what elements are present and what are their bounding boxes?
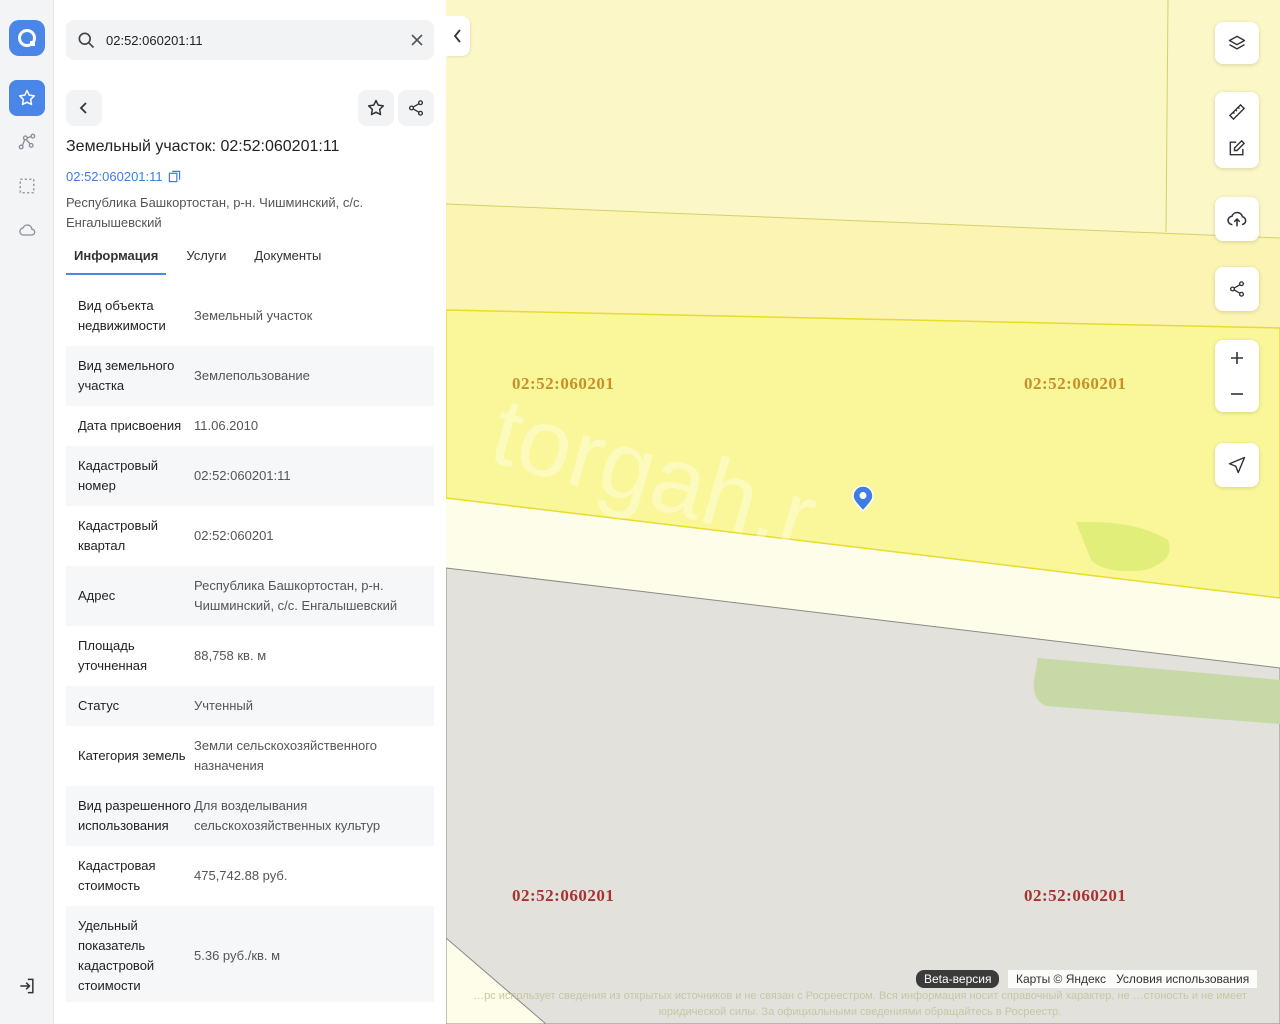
quarter-label-text: 02:52:060201	[512, 886, 615, 905]
chevron-left-icon	[453, 29, 461, 43]
row-value: 5.36 руб./кв. м	[194, 948, 281, 963]
table-row: Площадь уточненная 88,758 кв. м	[66, 626, 434, 686]
tab-services[interactable]: Услуги	[178, 240, 234, 275]
terms-of-use-link[interactable]: Условия использования	[1116, 971, 1249, 987]
table-row: Удельный показатель кадастровой стоимост…	[66, 906, 434, 1002]
share-map-control[interactable]	[1215, 267, 1259, 311]
cadastral-number-text[interactable]: 02:52:060201:11	[66, 169, 163, 184]
ruler-icon[interactable]	[1215, 94, 1259, 130]
quarter-label: 02:52:060201	[512, 374, 614, 394]
tools-control	[1215, 92, 1259, 168]
row-key: Категория земель	[78, 748, 186, 763]
quarter-label: 02:52:060201	[1024, 374, 1126, 394]
star-icon	[367, 99, 385, 116]
zoom-control	[1215, 340, 1259, 412]
quarter-label-text: 02:52:060201	[1024, 886, 1127, 905]
table-row: Вид земельного участка Землепользование	[66, 346, 434, 406]
quarter-label: 02:52:060201	[1024, 886, 1126, 906]
clear-search-icon[interactable]	[400, 20, 434, 60]
row-value: Земли сельскохозяйственного назначения	[194, 738, 377, 773]
beta-badge: Beta-версия	[916, 970, 1000, 988]
map-attribution: Карты © Яндекс Условия использования	[1008, 970, 1258, 988]
quarter-label: 02:52:060201	[512, 886, 614, 906]
app-logo-icon[interactable]	[9, 20, 45, 56]
logout-icon[interactable]	[9, 968, 45, 1004]
table-row: Кадастровый квартал 02:52:060201	[66, 506, 434, 566]
row-value: 475,742.88 руб.	[194, 868, 288, 883]
object-address: Республика Башкортостан, р-н. Чишминский…	[66, 195, 364, 230]
select-area-nav-icon[interactable]	[9, 168, 45, 204]
page-title: Земельный участок: 02:52:060201:11	[66, 138, 340, 155]
table-row: Кадастровый номер 02:52:060201:11	[66, 446, 434, 506]
quarter-label-text: 02:52:060201	[1024, 374, 1127, 393]
location-pin-icon[interactable]	[851, 484, 875, 517]
disclaimer-text: …рс использует сведения из открытых исто…	[473, 990, 1247, 1018]
zoom-in-icon[interactable]	[1215, 340, 1259, 376]
table-row: Адрес Республика Башкортостан, р-н. Чишми…	[66, 566, 434, 626]
layers-control[interactable]	[1215, 22, 1259, 64]
edit-icon[interactable]	[1215, 130, 1259, 166]
yandex-attribution-link[interactable]: Карты © Яндекс	[1016, 971, 1106, 987]
tabs: Информация Услуги Документы	[66, 240, 341, 275]
app-root: Земельный участок: 02:52:060201:11 02:52…	[0, 0, 1280, 1024]
table-row: Вид разрешенного использования Для воздел…	[66, 786, 434, 846]
info-table: Вид объекта недвижимости Земельный участо…	[66, 286, 434, 1002]
upload-control[interactable]	[1215, 197, 1259, 241]
favorites-nav-icon[interactable]	[9, 80, 45, 116]
chevron-left-icon	[79, 102, 87, 114]
row-value: Землепользование	[194, 368, 310, 383]
search-input[interactable]	[106, 32, 400, 48]
row-value: 02:52:060201	[194, 528, 274, 543]
table-row: Вид объекта недвижимости Земельный участо…	[66, 286, 434, 346]
row-key: Кадастровый квартал	[78, 518, 159, 553]
row-key: Дата присвоения	[78, 418, 182, 433]
row-value: Для возделывания сельскохозяйственных ку…	[194, 798, 381, 833]
left-rail	[0, 0, 54, 1024]
search-icon	[66, 20, 106, 60]
share-icon	[408, 100, 424, 116]
geolocation-control[interactable]	[1215, 443, 1259, 487]
share-button[interactable]	[398, 90, 434, 126]
quarter-label-text: 02:52:060201	[512, 374, 615, 393]
row-key: Статус	[78, 698, 120, 713]
layers-icon[interactable]	[1215, 22, 1259, 64]
row-key: Площадь уточненная	[78, 638, 148, 673]
copy-icon[interactable]	[168, 170, 181, 183]
collapse-panel-button[interactable]	[446, 16, 470, 56]
add-favorite-button[interactable]	[358, 90, 394, 126]
object-panel: Земельный участок: 02:52:060201:11 02:52…	[54, 0, 446, 1024]
table-row: Категория земель Земли сельскохозяйственн…	[66, 726, 434, 786]
row-value: Учтенный	[194, 698, 254, 713]
row-key: Кадастровая стоимость	[78, 858, 156, 893]
table-row: Дата присвоения 11.06.2010	[66, 406, 434, 446]
cloud-nav-icon[interactable]	[9, 212, 45, 248]
cadastral-number-link[interactable]: 02:52:060201:11	[66, 169, 181, 184]
row-key: Вид объекта недвижимости	[78, 298, 166, 333]
share-icon[interactable]	[1215, 267, 1259, 311]
row-key: Удельный показатель кадастровой стоимост…	[78, 918, 155, 993]
zoom-out-icon[interactable]	[1215, 376, 1259, 412]
table-row: Статус Учтенный	[66, 686, 434, 726]
row-value: Земельный участок	[194, 308, 313, 323]
navigation-arrow-icon[interactable]	[1215, 443, 1259, 487]
row-key: Кадастровый номер	[78, 458, 159, 493]
map-canvas[interactable]: torgah.r 02:52:060201 02:52:060201 02:52…	[446, 0, 1280, 1024]
row-value: 88,758 кв. м	[194, 648, 267, 663]
row-key: Вид земельного участка	[78, 358, 175, 393]
row-value: 11.06.2010	[194, 418, 259, 433]
row-value: Республика Башкортостан, р-н. Чишминский…	[194, 578, 398, 613]
tab-documents[interactable]: Документы	[246, 240, 329, 275]
route-nav-icon[interactable]	[9, 124, 45, 160]
row-key: Вид разрешенного использования	[78, 798, 191, 833]
row-key: Адрес	[78, 588, 116, 603]
search-bar	[66, 20, 434, 60]
tab-information[interactable]: Информация	[66, 240, 167, 275]
row-value: 02:52:060201:11	[194, 468, 291, 483]
back-button[interactable]	[66, 90, 102, 126]
cloud-upload-icon[interactable]	[1215, 197, 1259, 241]
table-row: Кадастровая стоимость 475,742.88 руб.	[66, 846, 434, 906]
